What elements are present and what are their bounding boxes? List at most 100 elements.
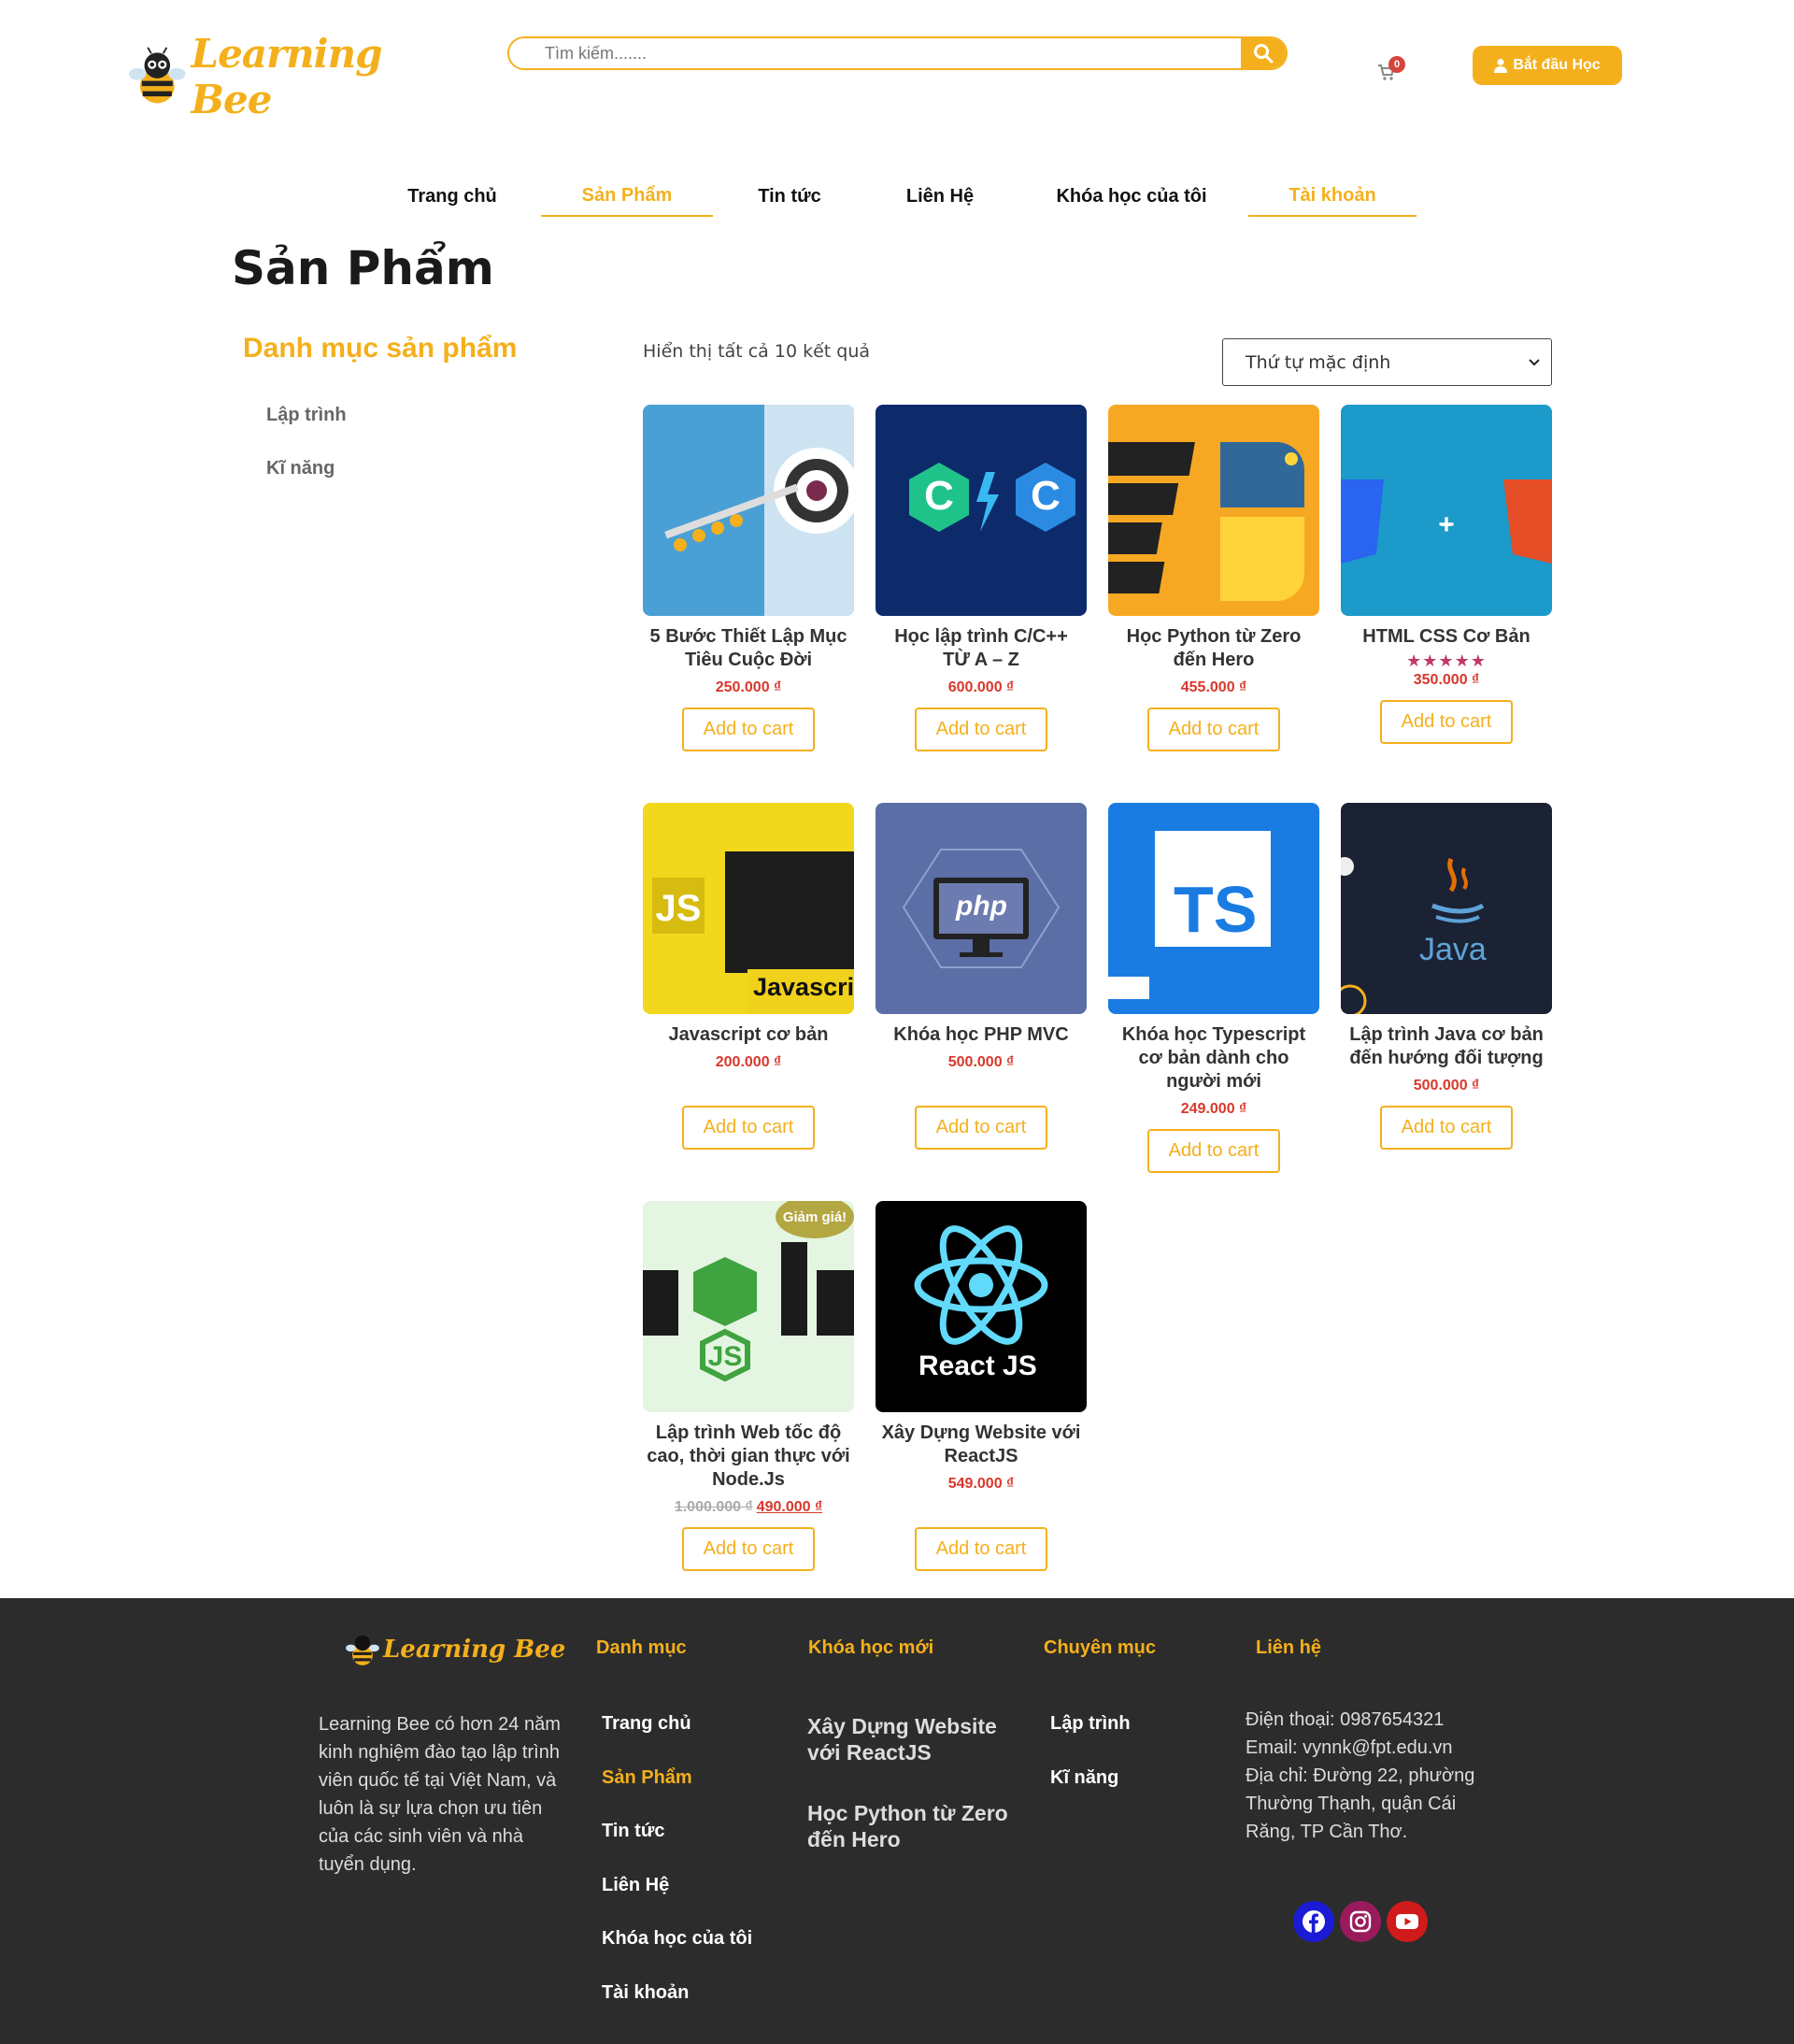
product-image[interactable]: JS Javascri (643, 803, 854, 1014)
sort-selected-value: Thứ tự mặc định (1246, 351, 1391, 373)
product-title[interactable]: Khóa học Typescript cơ bản dành cho ngườ… (1108, 1023, 1319, 1093)
chevron-down-icon (1529, 359, 1540, 366)
footer-topic-skills[interactable]: Kĩ năng (1050, 1767, 1118, 1789)
rating-stars: ★★★★★ (1406, 651, 1487, 670)
nav-item-my-courses[interactable]: Khóa học của tôi (1046, 176, 1217, 217)
product-image[interactable]: JS Giảm giá! (643, 1201, 854, 1412)
product-title[interactable]: Lập trình Web tốc độ cao, thời gian thực… (643, 1422, 854, 1492)
product-image[interactable]: TS (1108, 803, 1319, 1014)
footer-link-news[interactable]: Tin tức (602, 1821, 664, 1842)
product-card: 5 Bước Thiết Lập Mục Tiêu Cuộc Đời 250.0… (643, 405, 854, 751)
product-price: 250.000 ₫ (715, 679, 782, 695)
nav-label: Trang chủ (407, 185, 497, 207)
add-to-cart-button[interactable]: Add to cart (1147, 708, 1280, 751)
nav-item-home[interactable]: Trang chủ (392, 176, 512, 217)
facebook-link[interactable] (1293, 1901, 1334, 1942)
page: { "brand": {"name": "Learning Bee", "acc… (0, 0, 1794, 2044)
thumb-text: React JS (918, 1351, 1037, 1381)
thumb-text: Java (1419, 932, 1487, 967)
add-to-cart-button[interactable]: Add to cart (1380, 1106, 1513, 1150)
footer-heading-new-courses: Khóa học mới (808, 1637, 934, 1658)
add-to-cart-button[interactable]: Add to cart (682, 1106, 815, 1150)
product-card: JS Javascri Javascript cơ bản 200.000 ₫ … (643, 803, 854, 1150)
search-button[interactable] (1241, 38, 1286, 68)
start-learning-button[interactable]: Bắt đầu Học (1473, 46, 1622, 85)
product-price: 200.000 ₫ (715, 1054, 782, 1070)
footer-course-react[interactable]: Xây Dựng Website với ReactJS (807, 1713, 1022, 1765)
svg-text:C: C (1031, 473, 1061, 519)
add-to-cart-button[interactable]: Add to cart (1380, 700, 1513, 744)
product-title[interactable]: 5 Bước Thiết Lập Mục Tiêu Cuộc Đời (643, 625, 854, 672)
youtube-icon (1396, 1914, 1418, 1929)
nav-label: Liên Hệ (905, 185, 975, 207)
brand-logo[interactable]: Learning Bee (129, 31, 451, 122)
main-nav: Trang chủ Sản Phẩm Tin tức Liên Hệ Khóa … (0, 176, 1794, 222)
nav-label: Sản Phẩm (581, 184, 673, 206)
product-title[interactable]: Javascript cơ bản (643, 1023, 854, 1047)
result-count: Hiển thị tất cả 10 kết quả (643, 341, 871, 362)
add-to-cart-button[interactable]: Add to cart (915, 1527, 1047, 1571)
product-title[interactable]: Học Python từ Zero đến Hero (1108, 625, 1319, 672)
nav-item-products[interactable]: Sản Phẩm (541, 176, 713, 217)
brand-name: Learning Bee (191, 31, 383, 122)
product-image[interactable]: php (876, 803, 1087, 1014)
product-price: 500.000 ₫ (1413, 1078, 1480, 1093)
add-to-cart-button[interactable]: Add to cart (682, 1527, 815, 1571)
nav-item-account[interactable]: Tài khoản (1248, 176, 1417, 217)
product-price: 500.000 ₫ (947, 1054, 1015, 1070)
footer-link-contact[interactable]: Liên Hệ (602, 1875, 669, 1896)
product-title[interactable]: HTML CSS Cơ Bản (1341, 625, 1552, 649)
sale-price: 490.000 ₫ (756, 1499, 823, 1515)
sort-select[interactable]: Thứ tự mặc định (1222, 338, 1552, 386)
product-price: 455.000 ₫ (1180, 679, 1247, 695)
footer-link-products[interactable]: Sản Phẩm (602, 1767, 692, 1789)
product-image[interactable] (643, 405, 854, 616)
footer-link-my-courses[interactable]: Khóa học của tôi (602, 1928, 752, 1950)
add-to-cart-button[interactable]: Add to cart (915, 1106, 1047, 1150)
cart-button[interactable]: 0 (1377, 56, 1415, 86)
product-image[interactable] (1108, 405, 1319, 616)
add-to-cart-button[interactable]: Add to cart (682, 708, 815, 751)
product-title[interactable]: Xây Dựng Website với ReactJS (876, 1422, 1087, 1468)
facebook-icon (1303, 1910, 1325, 1933)
search-input[interactable] (509, 38, 1241, 68)
sidebar-item-skills[interactable]: Kĩ năng (266, 458, 335, 479)
footer: Learning Bee Learning Bee có hơn 24 năm … (0, 1598, 1794, 2044)
product-image[interactable]: React JS (876, 1201, 1087, 1412)
nav-item-news[interactable]: Tin tức (738, 176, 841, 217)
product-price: 1.000.000 ₫ 490.000 ₫ (643, 1499, 854, 1516)
footer-link-account[interactable]: Tài khoản (602, 1982, 689, 2004)
footer-heading-topics: Chuyên mục (1044, 1637, 1157, 1658)
product-image[interactable]: + (1341, 405, 1552, 616)
product-image[interactable]: CC (876, 405, 1087, 616)
sidebar-title: Danh mục sản phẩm (243, 333, 518, 364)
youtube-link[interactable] (1387, 1901, 1428, 1942)
product-price: 249.000 ₫ (1180, 1101, 1247, 1117)
search-icon (1254, 44, 1274, 64)
nav-item-contact[interactable]: Liên Hệ (888, 176, 992, 217)
product-card: Học Python từ Zero đến Hero 455.000 ₫ Ad… (1108, 405, 1319, 751)
footer-heading-categories: Danh mục (596, 1637, 687, 1658)
page-title: Sản Phẩm (232, 241, 494, 295)
product-image[interactable]: Java (1341, 803, 1552, 1014)
user-icon (1494, 59, 1508, 73)
svg-text:+: + (1438, 509, 1455, 540)
product-title[interactable]: Học lập trình C/C++ TỪ A – Z (876, 625, 1087, 672)
footer-about: Learning Bee có hơn 24 năm kinh nghiệm đ… (319, 1714, 561, 1875)
product-price: 600.000 ₫ (947, 679, 1015, 695)
add-to-cart-button[interactable]: Add to cart (1147, 1129, 1280, 1173)
footer-course-python[interactable]: Học Python từ Zero đến Hero (807, 1800, 1022, 1852)
sidebar-item-programming[interactable]: Lập trình (266, 405, 347, 426)
thumb-text: Javascri (753, 973, 854, 1001)
footer-logo[interactable]: Learning Bee (346, 1632, 565, 1667)
footer-topic-programming[interactable]: Lập trình (1050, 1713, 1131, 1735)
product-card: CC Học lập trình C/C++ TỪ A – Z 600.000 … (876, 405, 1087, 751)
footer-heading-contact: Liên hệ (1256, 1637, 1322, 1658)
product-price: 350.000 ₫ (1413, 672, 1480, 688)
product-card: Java Lập trình Java cơ bản đến hướng đối… (1341, 803, 1552, 1150)
product-title[interactable]: Khóa học PHP MVC (876, 1023, 1087, 1047)
instagram-link[interactable] (1340, 1901, 1381, 1942)
product-title[interactable]: Lập trình Java cơ bản đến hướng đối tượn… (1341, 1023, 1552, 1070)
add-to-cart-button[interactable]: Add to cart (915, 708, 1047, 751)
footer-link-home[interactable]: Trang chủ (602, 1713, 691, 1735)
